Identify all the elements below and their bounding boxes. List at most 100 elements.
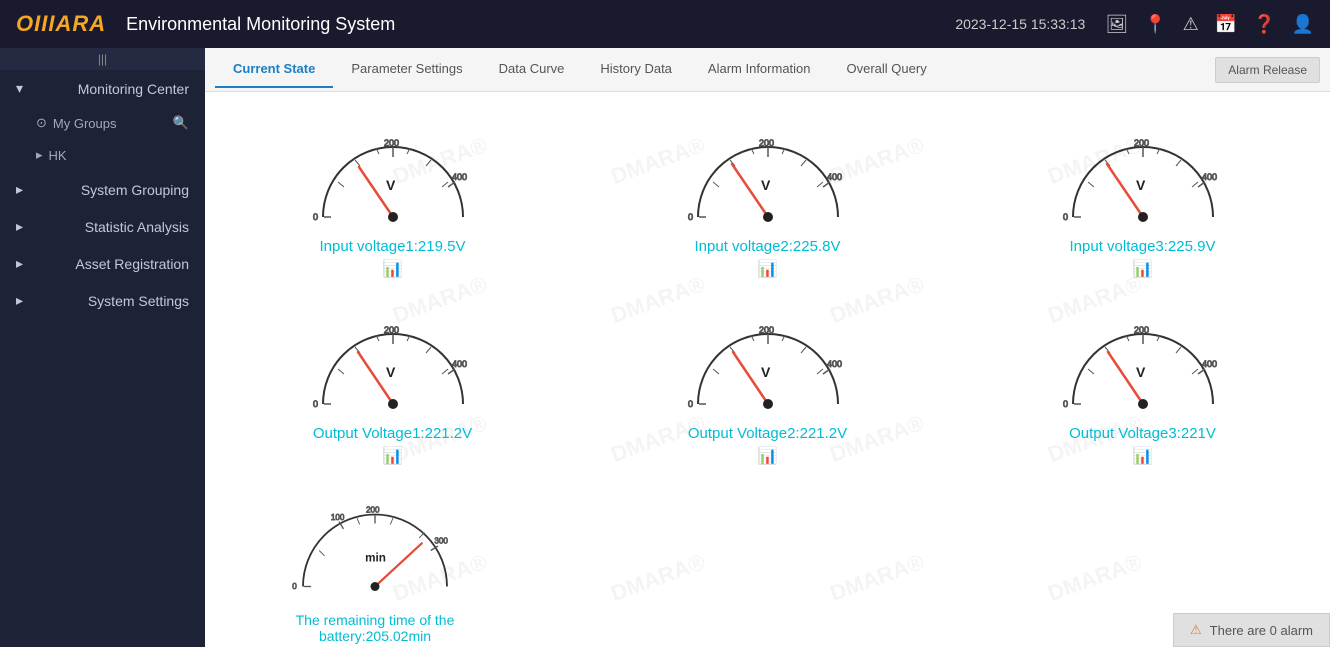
my-groups-label: My Groups xyxy=(53,116,117,131)
sidebar-item-system-grouping[interactable]: ▸ System Grouping xyxy=(0,171,205,208)
circle-icon: ⊙ xyxy=(36,115,47,131)
tab-parameter-settings[interactable]: Parameter Settings xyxy=(333,51,480,88)
svg-text:0: 0 xyxy=(292,582,297,591)
input-voltage-1-label: Input voltage1:219.5V xyxy=(320,238,466,255)
app-title: Environmental Monitoring System xyxy=(126,14,955,35)
svg-text:400: 400 xyxy=(452,172,467,182)
svg-text:400: 400 xyxy=(1202,359,1217,369)
help-icon[interactable]: ❓ xyxy=(1253,14,1275,35)
svg-text:400: 400 xyxy=(827,359,842,369)
gauge-cell-input-voltage-3: 0 200 400 V xyxy=(965,112,1320,289)
svg-text:300: 300 xyxy=(434,536,448,545)
user-icon[interactable]: 👤 xyxy=(1292,14,1314,35)
monitoring-center-arrow: ▾ xyxy=(16,80,23,97)
gauge-svg-input-voltage-2: 0 200 400 V xyxy=(678,122,858,232)
gauge-svg-output-voltage-3: 0 200 400 V xyxy=(1053,309,1233,419)
svg-text:400: 400 xyxy=(827,172,842,182)
svg-text:V: V xyxy=(386,364,396,380)
svg-text:200: 200 xyxy=(384,138,399,148)
monitoring-center-label: Monitoring Center xyxy=(78,81,189,97)
logo: OIIIARA xyxy=(16,11,106,37)
bar-chart-icon-3: 📊 xyxy=(1133,259,1153,279)
gauge-svg-battery: 0 100 200 300 xyxy=(285,486,465,606)
gauge-cell-output-voltage-1: 0 200 400 V xyxy=(215,299,570,476)
tab-current-state[interactable]: Current State xyxy=(215,51,333,88)
sidebar-item-asset-registration[interactable]: ▸ Asset Registration xyxy=(0,245,205,282)
bar-chart-icon-1: 📊 xyxy=(383,259,403,279)
tab-alarm-information[interactable]: Alarm Information xyxy=(690,51,829,88)
system-grouping-arrow: ▸ xyxy=(16,181,23,198)
output-voltage-3-label: Output Voltage3:221V xyxy=(1069,425,1216,442)
bar-chart-icon-6: 📊 xyxy=(1133,446,1153,466)
svg-text:min: min xyxy=(365,551,386,564)
sidebar-item-monitoring-center[interactable]: ▾ Monitoring Center xyxy=(0,70,205,107)
tab-data-curve[interactable]: Data Curve xyxy=(481,51,583,88)
output-voltage-2-label: Output Voltage2:221.2V xyxy=(688,425,847,442)
search-icon[interactable]: 🔍 xyxy=(173,115,189,131)
svg-text:0: 0 xyxy=(313,399,318,409)
alarm-status-bar: ⚠ There are 0 alarm xyxy=(1173,613,1330,647)
sidebar: ||| ▾ Monitoring Center ⊙ My Groups 🔍 ▸ … xyxy=(0,48,205,647)
gauge-cell-input-voltage-1: 0 200 400 xyxy=(215,112,570,289)
gauge-cell-battery: 0 100 200 300 xyxy=(275,486,475,647)
image-icon[interactable]: 🖼 xyxy=(1105,14,1128,35)
input-voltage-3-label: Input voltage3:225.9V xyxy=(1070,238,1216,255)
tab-bar: Current State Parameter Settings Data Cu… xyxy=(205,48,1330,92)
asset-arrow: ▸ xyxy=(16,255,23,272)
svg-text:400: 400 xyxy=(1202,172,1217,182)
sidebar-item-my-groups[interactable]: ⊙ My Groups 🔍 xyxy=(0,107,205,139)
svg-text:V: V xyxy=(1136,177,1146,193)
bar-chart-icon-5: 📊 xyxy=(758,446,778,466)
svg-text:0: 0 xyxy=(688,399,693,409)
sidebar-collapse-bar[interactable]: ||| xyxy=(0,48,205,70)
hk-label: HK xyxy=(49,148,67,163)
svg-text:200: 200 xyxy=(759,138,774,148)
header-icons: 🖼 📍 ⚠ 📅 ❓ 👤 xyxy=(1105,14,1314,35)
bar-chart-icon-4: 📊 xyxy=(383,446,403,466)
main-layout: ||| ▾ Monitoring Center ⊙ My Groups 🔍 ▸ … xyxy=(0,48,1330,647)
sidebar-item-statistic-analysis[interactable]: ▸ Statistic Analysis xyxy=(0,208,205,245)
sidebar-item-hk[interactable]: ▸ HK xyxy=(0,139,205,171)
gauge-bottom-row: 0 100 200 300 xyxy=(215,476,1320,647)
svg-text:V: V xyxy=(386,177,396,193)
statistic-label: Statistic Analysis xyxy=(85,219,189,235)
svg-text:V: V xyxy=(1136,364,1146,380)
tab-history-data[interactable]: History Data xyxy=(582,51,690,88)
output-voltage-1-label: Output Voltage1:221.2V xyxy=(313,425,472,442)
svg-text:0: 0 xyxy=(1063,399,1068,409)
tab-overall-query[interactable]: Overall Query xyxy=(829,51,945,88)
calendar-icon[interactable]: 📅 xyxy=(1215,14,1237,35)
sidebar-item-system-settings[interactable]: ▸ System Settings xyxy=(0,282,205,319)
content-area: Current State Parameter Settings Data Cu… xyxy=(205,48,1330,647)
header: OIIIARA Environmental Monitoring System … xyxy=(0,0,1330,48)
settings-label: System Settings xyxy=(88,293,189,309)
gauge-cell-output-voltage-3: 0 200 400 V xyxy=(965,299,1320,476)
gauge-svg-output-voltage-2: 0 200 400 V xyxy=(678,309,858,419)
bar-chart-icon-2: 📊 xyxy=(758,259,778,279)
gauge-svg-input-voltage-1: 0 200 400 xyxy=(303,122,483,232)
svg-text:0: 0 xyxy=(1063,212,1068,222)
gauge-svg-output-voltage-1: 0 200 400 V xyxy=(303,309,483,419)
settings-arrow: ▸ xyxy=(16,292,23,309)
input-voltage-2-label: Input voltage2:225.8V xyxy=(695,238,841,255)
svg-text:200: 200 xyxy=(384,325,399,335)
svg-text:V: V xyxy=(761,364,771,380)
statistic-arrow: ▸ xyxy=(16,218,23,235)
battery-label: The remaining time of thebattery:205.02m… xyxy=(296,612,455,644)
gauge-cell-output-voltage-2: 0 200 400 V xyxy=(590,299,945,476)
system-grouping-label: System Grouping xyxy=(81,182,189,198)
svg-text:100: 100 xyxy=(331,513,345,522)
svg-text:V: V xyxy=(761,177,771,193)
svg-text:0: 0 xyxy=(688,212,693,222)
alert-icon[interactable]: ⚠ xyxy=(1183,14,1199,35)
svg-text:200: 200 xyxy=(366,506,380,515)
alarm-release-button[interactable]: Alarm Release xyxy=(1215,57,1320,83)
svg-text:200: 200 xyxy=(1134,325,1149,335)
location-icon[interactable]: 📍 xyxy=(1144,14,1166,35)
gauge-grid: 0 200 400 xyxy=(215,112,1320,476)
gauge-svg-input-voltage-3: 0 200 400 V xyxy=(1053,122,1233,232)
hk-arrow: ▸ xyxy=(36,147,43,163)
alarm-status-text: There are 0 alarm xyxy=(1210,623,1313,638)
gauge-area: DMARA® DMARA® DMARA® DMARA® DMARA® DMARA… xyxy=(205,92,1330,647)
svg-text:200: 200 xyxy=(759,325,774,335)
